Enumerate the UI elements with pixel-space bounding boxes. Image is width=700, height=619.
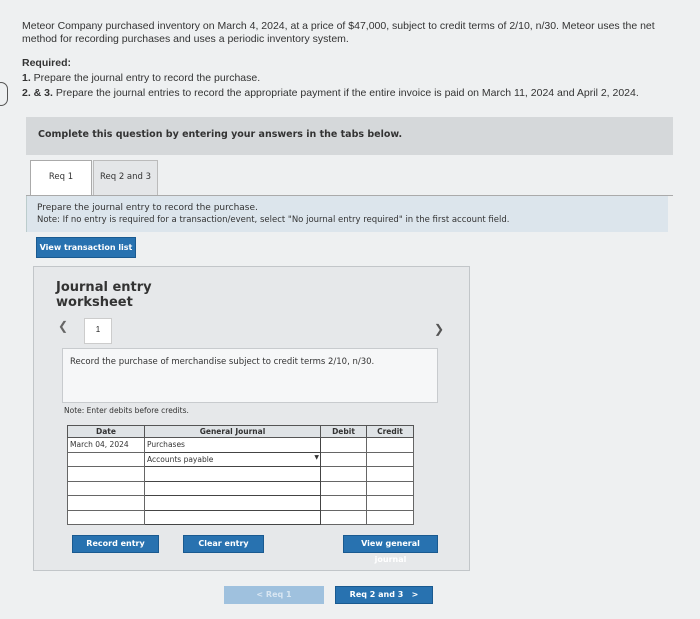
credit-column-header: Credit: [366, 425, 414, 438]
worksheet-title-line-1: Journal entry: [56, 280, 152, 295]
complete-banner: Complete this question by entering your …: [26, 117, 673, 155]
dropdown-arrow-icon[interactable]: ▼: [314, 454, 319, 461]
journal-table-header: Date General Journal Debit Credit: [67, 425, 414, 438]
requirement-1-number: 1.: [22, 72, 31, 84]
debit-cell[interactable]: [320, 451, 367, 467]
table-row: [67, 509, 414, 525]
tab-req-2-and-3[interactable]: Req 2 and 3: [93, 160, 158, 196]
chevron-right-icon[interactable]: ❯: [434, 322, 444, 336]
debits-before-credits-note: Note: Enter debits before credits.: [64, 406, 189, 415]
credit-cell[interactable]: [366, 495, 414, 511]
credit-cell[interactable]: [366, 437, 414, 453]
requirement-2-3-text: Prepare the journal entries to record th…: [52, 87, 639, 99]
worksheet-title-line-2: worksheet: [56, 295, 133, 310]
entry-page-1[interactable]: 1: [84, 318, 112, 344]
tab-req-1[interactable]: Req 1: [30, 160, 92, 196]
date-cell[interactable]: [67, 480, 145, 496]
table-row: [67, 495, 414, 511]
credit-cell[interactable]: [366, 480, 414, 496]
date-cell[interactable]: March 04, 2024: [67, 437, 145, 453]
date-cell[interactable]: [67, 495, 145, 511]
transaction-description: Record the purchase of merchandise subje…: [70, 357, 375, 367]
table-row: [67, 466, 414, 482]
credit-cell[interactable]: [366, 451, 414, 467]
account-cell[interactable]: [144, 509, 321, 525]
account-cell[interactable]: [144, 466, 321, 482]
journal-entry-worksheet: [33, 266, 470, 571]
table-row: [67, 480, 414, 496]
chevron-left-icon[interactable]: ❮: [58, 319, 68, 333]
requirement-1: 1. Prepare the journal entry to record t…: [22, 72, 260, 84]
instruction-text: Prepare the journal entry to record the …: [37, 203, 258, 213]
requirement-1-text: Prepare the journal entry to record the …: [30, 72, 261, 84]
date-column-header: Date: [67, 425, 145, 438]
date-cell[interactable]: [67, 466, 145, 482]
record-entry-button[interactable]: Record entry: [72, 535, 159, 553]
previous-req-label: Req 1: [265, 590, 292, 599]
requirement-2-3-number: 2. & 3.: [22, 87, 53, 99]
credit-cell[interactable]: [366, 509, 414, 525]
date-cell[interactable]: [67, 509, 145, 525]
required-heading: Required:: [22, 57, 72, 69]
complete-banner-text: Complete this question by entering your …: [38, 129, 403, 140]
date-cell[interactable]: [67, 451, 145, 467]
requirement-2-3: 2. & 3. Prepare the journal entries to r…: [22, 87, 639, 99]
credit-cell[interactable]: [366, 466, 414, 482]
instructions-panel: [26, 196, 668, 232]
general-journal-column-header: General Journal: [144, 425, 321, 438]
left-edge-marker: [0, 82, 8, 106]
debit-cell[interactable]: [320, 466, 367, 482]
account-cell[interactable]: Purchases: [144, 437, 321, 453]
debit-cell[interactable]: [320, 480, 367, 496]
table-row: March 04, 2024 Purchases: [67, 437, 414, 453]
worksheet-title: Journal entry worksheet: [56, 280, 152, 310]
next-req-button[interactable]: Req 2 and 3 >: [335, 586, 433, 604]
instruction-note: Note: If no entry is required for a tran…: [37, 215, 510, 225]
view-transaction-list-button[interactable]: View transaction list: [36, 237, 136, 258]
account-cell[interactable]: [144, 495, 321, 511]
problem-intro: Meteor Company purchased inventory on Ma…: [22, 20, 655, 45]
account-cell[interactable]: [144, 480, 321, 496]
journal-table: Date General Journal Debit Credit March …: [67, 425, 414, 525]
table-row: Accounts payable ▼: [67, 451, 414, 467]
debit-cell[interactable]: [320, 437, 367, 453]
debit-column-header: Debit: [320, 425, 367, 438]
clear-entry-button[interactable]: Clear entry: [183, 535, 264, 553]
debit-cell[interactable]: [320, 495, 367, 511]
debit-cell[interactable]: [320, 509, 367, 525]
view-general-journal-button[interactable]: View general journal: [343, 535, 438, 564]
next-req-label: Req 2 and 3: [349, 590, 404, 599]
chevron-left-icon: <: [256, 590, 266, 599]
account-cell[interactable]: Accounts payable ▼: [144, 451, 321, 467]
chevron-right-icon: >: [403, 590, 419, 599]
previous-req-button[interactable]: < Req 1: [224, 586, 324, 604]
account-value: Accounts payable: [147, 454, 214, 464]
